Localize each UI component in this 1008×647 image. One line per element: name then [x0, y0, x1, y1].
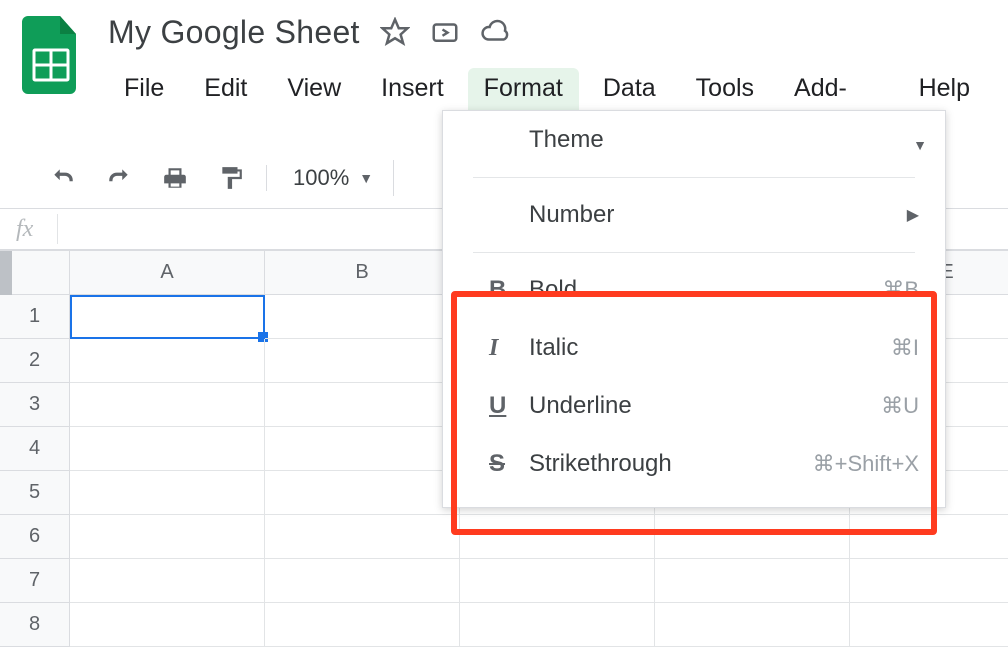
cell-D8[interactable]	[655, 603, 850, 647]
chevron-down-icon: ▼	[913, 137, 927, 153]
fx-label: fx	[16, 216, 33, 243]
redo-button[interactable]	[104, 163, 134, 193]
cell-B5[interactable]	[265, 471, 460, 515]
bold-icon: B	[489, 276, 529, 304]
menu-item-italic[interactable]: IItalic⌘I	[443, 319, 945, 377]
row-header-1[interactable]: 1	[0, 295, 70, 339]
cell-E8[interactable]	[850, 603, 1008, 647]
row-header-7[interactable]: 7	[0, 559, 70, 603]
format-menu-dropdown: ▼ Theme Number ▶ BBold⌘BIItalic⌘IUUnderl…	[442, 110, 946, 508]
cell-A7[interactable]	[70, 559, 265, 603]
menu-file[interactable]: File	[108, 68, 180, 138]
cell-A3[interactable]	[70, 383, 265, 427]
cell-B7[interactable]	[265, 559, 460, 603]
menu-item-strikethrough[interactable]: SStrikethrough⌘+Shift+X	[443, 435, 945, 493]
zoom-value: 100%	[293, 165, 349, 191]
cell-A5[interactable]	[70, 471, 265, 515]
chevron-down-icon: ▼	[359, 170, 373, 186]
cell-C8[interactable]	[460, 603, 655, 647]
italic-icon: I	[489, 335, 529, 362]
paint-format-button[interactable]	[216, 163, 246, 193]
cell-B3[interactable]	[265, 383, 460, 427]
menu-view[interactable]: View	[271, 68, 357, 138]
cell-A6[interactable]	[70, 515, 265, 559]
cell-D6[interactable]	[655, 515, 850, 559]
submenu-arrow-icon: ▶	[907, 205, 919, 225]
cell-A8[interactable]	[70, 603, 265, 647]
cell-C7[interactable]	[460, 559, 655, 603]
menu-item-underline[interactable]: UUnderline⌘U	[443, 377, 945, 435]
cloud-status-icon[interactable]	[480, 17, 510, 47]
undo-button[interactable]	[48, 163, 78, 193]
col-header-B[interactable]: B	[265, 251, 460, 295]
row-header-5[interactable]: 5	[0, 471, 70, 515]
strikethrough-icon: S	[489, 450, 529, 478]
sheets-logo-icon	[22, 16, 80, 94]
row-header-3[interactable]: 3	[0, 383, 70, 427]
menu-item-bold[interactable]: BBold⌘B	[443, 261, 945, 319]
cell-B2[interactable]	[265, 339, 460, 383]
cell-A4[interactable]	[70, 427, 265, 471]
row-header-6[interactable]: 6	[0, 515, 70, 559]
row-header-2[interactable]: 2	[0, 339, 70, 383]
menu-item-number[interactable]: Number ▶	[443, 186, 945, 244]
cell-A1[interactable]	[70, 295, 265, 339]
cell-B1[interactable]	[265, 295, 460, 339]
cell-E6[interactable]	[850, 515, 1008, 559]
select-all-corner[interactable]	[0, 251, 70, 295]
row-header-8[interactable]: 8	[0, 603, 70, 647]
menu-item-theme[interactable]: Theme	[443, 111, 945, 169]
underline-icon: U	[489, 392, 529, 420]
print-button[interactable]	[160, 163, 190, 193]
cell-B8[interactable]	[265, 603, 460, 647]
cell-A2[interactable]	[70, 339, 265, 383]
doc-title[interactable]: My Google Sheet	[108, 14, 360, 51]
cell-D7[interactable]	[655, 559, 850, 603]
cell-B6[interactable]	[265, 515, 460, 559]
cell-E7[interactable]	[850, 559, 1008, 603]
zoom-select[interactable]: 100% ▼	[266, 165, 373, 191]
cell-B4[interactable]	[265, 427, 460, 471]
star-icon[interactable]	[380, 17, 410, 47]
cell-C6[interactable]	[460, 515, 655, 559]
move-icon[interactable]	[430, 17, 460, 47]
menu-edit[interactable]: Edit	[188, 68, 263, 138]
col-header-A[interactable]: A	[70, 251, 265, 295]
row-header-4[interactable]: 4	[0, 427, 70, 471]
